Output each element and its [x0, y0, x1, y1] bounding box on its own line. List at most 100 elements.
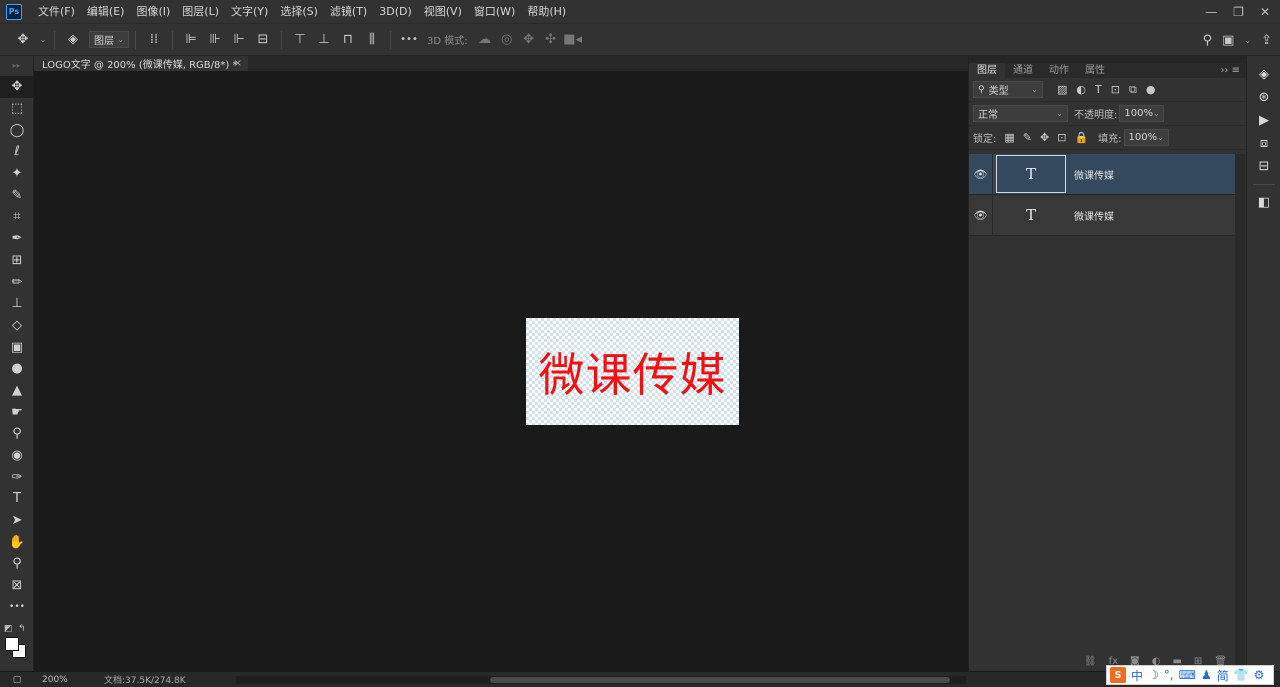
eraser-tool-icon[interactable]: ◇: [0, 315, 34, 337]
3d-roll-icon[interactable]: ◎: [496, 23, 518, 56]
tab-properties[interactable]: 属性: [1077, 63, 1113, 78]
fill-field[interactable]: 100% ⌄: [1123, 129, 1169, 146]
align-left-icon[interactable]: ⊫: [179, 23, 203, 56]
pen-tool-icon[interactable]: ✑: [0, 466, 34, 488]
smart-object-filter-icon[interactable]: ⧉: [1129, 83, 1137, 97]
layer-name[interactable]: 微课传媒: [1074, 167, 1114, 182]
3d-pan-icon[interactable]: ✥: [518, 23, 540, 56]
menu-edit[interactable]: 编辑(E): [81, 0, 131, 23]
lock-transparent-icon[interactable]: ▦: [1004, 131, 1014, 144]
pixel-filter-icon[interactable]: ▨: [1057, 83, 1067, 96]
elliptical-marquee-tool-icon[interactable]: ◯: [0, 119, 34, 141]
layer-row[interactable]: 👁 T 微课传媒: [969, 194, 1235, 236]
menu-type[interactable]: 文字(Y): [225, 0, 274, 23]
visibility-eye-icon[interactable]: 👁: [969, 153, 993, 195]
dodge-tool-icon[interactable]: ⚲: [0, 423, 34, 445]
layer-select-dropdown[interactable]: 图层 ⌄: [89, 31, 129, 48]
tab-layers[interactable]: 图层: [969, 63, 1005, 78]
gradient-tool-icon[interactable]: ▣: [0, 336, 34, 358]
close-tab-icon[interactable]: ×: [234, 56, 242, 71]
menu-file[interactable]: 文件(F): [32, 0, 81, 23]
ime-settings-icon[interactable]: ⚙: [1254, 668, 1265, 682]
hand-tool-icon[interactable]: ✋: [0, 531, 34, 553]
3d-orbit-icon[interactable]: ☁: [474, 23, 496, 56]
sharpen-tool-icon[interactable]: ▲: [0, 380, 34, 402]
type-tool-icon[interactable]: T: [0, 488, 34, 510]
ime-keyboard-icon[interactable]: ⌨: [1179, 668, 1196, 682]
document-canvas[interactable]: 微课传媒: [526, 318, 739, 425]
swap-colors-icon[interactable]: ↰: [18, 624, 26, 634]
3d-panel-icon[interactable]: ⧈: [1247, 132, 1280, 155]
quick-mask-icon[interactable]: ▢: [0, 675, 34, 685]
ime-punctuation-icon[interactable]: °,: [1164, 668, 1174, 682]
properties-panel-icon[interactable]: ⊟: [1247, 155, 1280, 178]
clone-stamp-tool-icon[interactable]: ⊥: [0, 293, 34, 315]
crop-tool-icon[interactable]: ⌗: [0, 206, 34, 228]
minimize-icon[interactable]: —: [1205, 5, 1217, 19]
align-right-icon[interactable]: ⊩: [227, 23, 251, 56]
magic-wand-tool-icon[interactable]: ✦: [0, 163, 34, 185]
align-center-icon[interactable]: ⊪: [203, 23, 227, 56]
smudge-tool-icon[interactable]: ☛: [0, 401, 34, 423]
chevron-down-icon[interactable]: ⌄: [1244, 24, 1251, 57]
marquee-tool-icon[interactable]: ⬚: [0, 98, 34, 120]
menu-help[interactable]: 帮助(H): [521, 0, 572, 23]
actions-play-icon[interactable]: ▶: [1247, 109, 1280, 132]
document-tab[interactable]: LOGO文字 @ 200% (微课传媒, RGB/8*) * ×: [34, 56, 248, 71]
tab-channels[interactable]: 通道: [1005, 63, 1041, 78]
link-icon[interactable]: ⛓: [1084, 656, 1097, 667]
canvas-workspace[interactable]: 微课传媒: [34, 71, 968, 671]
workspace-icon[interactable]: ▣: [1222, 24, 1234, 57]
ime-chinese-mode[interactable]: 中: [1131, 667, 1143, 684]
menu-select[interactable]: 选择(S): [274, 0, 324, 23]
align-top-icon[interactable]: ⊤: [288, 23, 312, 56]
ime-skin-icon[interactable]: 👕: [1234, 668, 1249, 682]
3d-scale-icon[interactable]: ■◂: [562, 23, 584, 56]
layers-scrollbar[interactable]: [1235, 154, 1245, 671]
sponge-tool-icon[interactable]: ◉: [0, 445, 34, 467]
more-options-icon[interactable]: •••: [397, 23, 421, 56]
align-bottom-icon[interactable]: ⊓: [336, 23, 360, 56]
share-icon[interactable]: ⇪: [1261, 24, 1272, 57]
toolbar-collapse-icon[interactable]: ▸▸: [0, 56, 33, 76]
zoom-tool-icon[interactable]: ⚲: [0, 553, 34, 575]
quick-selection-tool-icon[interactable]: ✎: [0, 184, 34, 206]
auto-select-layers-icon[interactable]: ◈: [61, 23, 85, 56]
scrollbar-thumb[interactable]: [490, 677, 950, 683]
default-colors-icon[interactable]: ◩: [4, 624, 13, 634]
3d-slide-icon[interactable]: ✣: [540, 23, 562, 56]
filter-toggle-icon[interactable]: ●: [1146, 83, 1156, 96]
panel-menu-icon[interactable]: ›› ≡: [1220, 63, 1240, 78]
opacity-field[interactable]: 100% ⌄: [1119, 105, 1165, 122]
libraries-panel-icon[interactable]: ◧: [1247, 191, 1280, 214]
chevron-down-icon[interactable]: ⌄: [38, 23, 48, 56]
distribute-vertical-icon[interactable]: ⫼: [360, 23, 384, 56]
spot-healing-tool-icon[interactable]: ⊞: [0, 250, 34, 272]
layer-name[interactable]: 微课传媒: [1074, 208, 1114, 223]
lock-position-icon[interactable]: ✥: [1040, 131, 1049, 144]
eyedropper-tool-icon[interactable]: ✒: [0, 228, 34, 250]
transform-controls-icon[interactable]: ⁞⁞: [142, 23, 166, 56]
adjustment-filter-icon[interactable]: ◐: [1076, 83, 1086, 96]
menu-window[interactable]: 窗口(W): [468, 0, 521, 23]
menu-view[interactable]: 视图(V): [418, 0, 468, 23]
visibility-eye-icon[interactable]: 👁: [969, 194, 993, 236]
layers-panel-icon[interactable]: ◈: [1247, 63, 1280, 86]
foreground-color-swatch[interactable]: [5, 637, 19, 651]
move-tool-icon[interactable]: ✥: [0, 76, 34, 98]
menu-3d[interactable]: 3D(D): [373, 0, 418, 23]
type-filter-icon[interactable]: T: [1095, 83, 1102, 96]
horizontal-scrollbar[interactable]: [236, 676, 966, 684]
zoom-level-field[interactable]: 200%: [34, 675, 72, 685]
canvas-text-layer[interactable]: 微课传媒: [539, 339, 727, 405]
move-tool-preset-icon[interactable]: ✥: [8, 23, 38, 56]
frame-tool-icon[interactable]: ⊠: [0, 575, 34, 597]
path-selection-tool-icon[interactable]: ➤: [0, 510, 34, 532]
menu-filter[interactable]: 滤镜(T): [324, 0, 373, 23]
tab-actions[interactable]: 动作: [1041, 63, 1077, 78]
search-icon[interactable]: ⚲: [1203, 24, 1213, 57]
ime-user-icon[interactable]: ♟: [1201, 668, 1212, 682]
blend-mode-dropdown[interactable]: 正常 ⌄: [973, 105, 1068, 122]
align-middle-icon[interactable]: ⊥: [312, 23, 336, 56]
color-panel-icon[interactable]: ⊛: [1247, 86, 1280, 109]
